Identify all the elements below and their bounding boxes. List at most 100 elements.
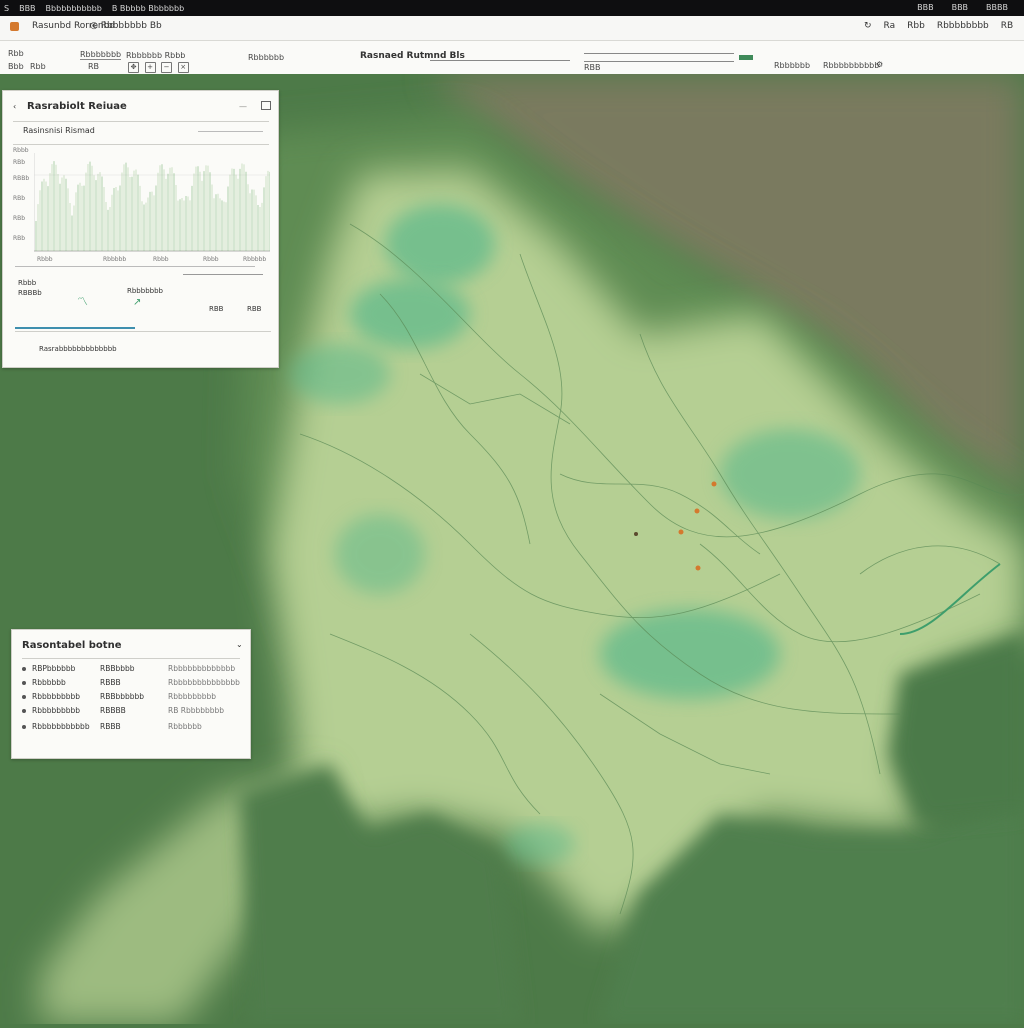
toolbar-field-1[interactable]: Rbbbbbbb	[80, 50, 122, 60]
marker-2[interactable]	[694, 508, 700, 514]
toolbar-item-4[interactable]: RB	[88, 62, 99, 71]
toolbar-item-1[interactable]: Rbb	[8, 49, 24, 58]
legend-row-value: RBBB	[100, 722, 121, 731]
toolbar-right-item-1[interactable]: RBB	[584, 63, 601, 72]
layer-toggle[interactable]	[739, 55, 753, 60]
toolbar-field-3[interactable]: Rbbbbbb	[248, 53, 284, 62]
title-bar: Rasunbd Rorrenbd ◎ Rbbbbbbb Bb ↻ Ra Rbb …	[0, 16, 1024, 41]
panel-collapse-icon[interactable]: ‹	[13, 102, 16, 111]
system-item-3[interactable]: Bbbbbbbbbbb	[46, 4, 102, 13]
topbar-right-1[interactable]: Ra	[884, 21, 896, 31]
panel-divider-2	[13, 144, 269, 145]
toolbar-item-3[interactable]: Rbb	[30, 62, 46, 71]
panel-divider	[13, 121, 269, 122]
subtitle-field[interactable]	[198, 131, 263, 132]
y-tick-1: Rbbb	[13, 147, 29, 154]
legend-row-extra: Rbbbbbbbbb	[168, 692, 217, 701]
legend-collapse-icon[interactable]: ⌄	[236, 640, 243, 649]
legend-row-extra: Rbbbbbbbbbbbbbb	[168, 678, 240, 687]
panel-progress-bar[interactable]	[15, 327, 135, 329]
system-right-1: BBB	[917, 3, 934, 12]
x-tick-1: Rbbb	[37, 256, 53, 263]
app-logo-icon[interactable]	[10, 22, 19, 31]
toolbar-right-item-2[interactable]: Rbbbbbb	[774, 61, 810, 70]
toolbar-field-1-label: Rbbbbbbb	[80, 50, 122, 60]
water-zone-6	[335, 514, 425, 594]
sync-icon[interactable]: ↻	[864, 21, 872, 31]
legend-bullet-icon	[22, 709, 26, 713]
zoom-out-icon[interactable]: −	[161, 62, 173, 73]
stat-label-1: RBBBb	[18, 289, 42, 297]
mini-trend-icon: ↗	[133, 297, 142, 308]
map-toolbar: Rbb Bbb Rbb Rbbbbbbb RB Rbbbbbb Rbbb Rbb…	[0, 41, 1024, 75]
legend-row-label: Rbbbbbbbbbbb	[32, 722, 90, 731]
x-tick-3: Rbbb	[153, 256, 169, 263]
zoom-in-icon[interactable]: +	[144, 62, 156, 73]
topbar-right-4[interactable]: RB	[1001, 21, 1013, 31]
legend-row-value: RBBbbbbbb	[100, 692, 145, 701]
marker-3[interactable]	[678, 529, 684, 535]
x-tick-2: Rbbbbb	[103, 256, 127, 263]
marker-1[interactable]	[711, 481, 717, 487]
system-right-2: BBB	[951, 3, 969, 12]
settings-icon[interactable]: ⚙	[876, 60, 883, 69]
search-bar[interactable]	[430, 60, 570, 61]
tab-map-view[interactable]: ◎ Rbbbbbbb Bb	[90, 21, 162, 31]
analysis-panel-title: Rasrabiolt Reiuae	[27, 101, 127, 112]
marker-5[interactable]	[634, 532, 638, 536]
options-icon[interactable]	[261, 101, 271, 110]
system-bar: S BBB Bbbbbbbbbbb B Bbbbb Bbbbbbb BBB BB…	[0, 0, 1024, 16]
legend-row[interactable]: Rbbbbbb RBBB Rbbbbbbbbbbbbbb	[22, 678, 252, 692]
toolbar-field-2[interactable]: Rbbbbbb Rbbb	[126, 51, 185, 60]
y-tick-6: RBb	[13, 235, 26, 242]
y-tick-3: RBBb	[13, 175, 30, 182]
stat-label-2: Rbbbbbbb	[127, 287, 163, 295]
stats-label: Rbbb	[18, 279, 37, 287]
elevation-chart	[34, 153, 270, 252]
analysis-panel: ‹ Rasrabiolt Reiuae — Rasinsnisi Rismad …	[2, 90, 279, 368]
legend-row[interactable]: Rbbbbbbbbb RBBbbbbbb Rbbbbbbbbb	[22, 692, 252, 706]
system-item-2[interactable]: BBB	[19, 4, 35, 13]
y-tick-4: RBb	[13, 195, 26, 202]
y-tick-2: RBb	[13, 159, 26, 166]
layer-bar-2[interactable]	[584, 61, 734, 62]
panel-slider[interactable]	[183, 274, 263, 275]
legend-row-extra: Rbbbbbbbbbbbbb	[168, 664, 236, 673]
chart-series	[35, 161, 270, 251]
y-tick-5: RBb	[13, 215, 26, 222]
water-zone-4	[720, 429, 860, 519]
legend-row-label: Rbbbbbbbbb	[32, 706, 81, 715]
legend-row-value: RBBB	[100, 678, 121, 687]
topbar-right-2[interactable]: Rbb	[907, 21, 925, 31]
legend-panel: Rasontabel botne ⌄ RBPbbbbbb RBBbbbb Rbbbb…	[11, 629, 251, 759]
topbar-right-group: ↻ Ra Rbb Rbbbbbbbb RB	[864, 21, 1013, 31]
panel-footer-text: Rasrabbbbbbbbbbbbb	[39, 345, 117, 353]
layer-bar[interactable]	[584, 53, 734, 54]
tab-map-view-label: Rbbbbbbb Bb	[100, 21, 162, 31]
legend-row-extra: RB Rbbbbbbbb	[168, 706, 225, 715]
system-item-1: S	[4, 3, 10, 13]
close-icon[interactable]: ×	[177, 62, 189, 73]
toolbar-item-2[interactable]: Bbb	[8, 62, 24, 71]
legend-row[interactable]: RBPbbbbbb RBBbbbb Rbbbbbbbbbbbbb	[22, 664, 252, 678]
legend-row[interactable]: Rbbbbbbbbbbb RBBB Rbbbbbb	[22, 722, 252, 736]
mini-chart-icon: 〽	[77, 295, 88, 308]
marker-4[interactable]	[695, 565, 701, 571]
legend-row[interactable]: Rbbbbbbbbb RBBBB RB Rbbbbbbbb	[22, 706, 252, 720]
legend-row-extra: Rbbbbbb	[168, 722, 202, 731]
legend-panel-title: Rasontabel botne	[22, 640, 122, 651]
toolbar-icons: ✥ + − ×	[128, 62, 192, 73]
water-zone-3	[290, 344, 390, 404]
legend-bullet-icon	[22, 681, 26, 685]
analysis-panel-subtitle: Rasinsnisi Rismad	[23, 126, 95, 135]
minimize-icon[interactable]: —	[239, 102, 247, 111]
pan-icon[interactable]: ✥	[128, 62, 139, 73]
stat-label-4: RBB	[247, 305, 262, 313]
system-item-4[interactable]: B Bbbbb Bbbbbbb	[112, 4, 184, 13]
legend-row-label: Rbbbbbbbbb	[32, 692, 81, 701]
globe-icon: ◎	[90, 21, 98, 31]
water-zone-5	[600, 609, 780, 699]
topbar-right-3[interactable]: Rbbbbbbbb	[937, 21, 989, 31]
legend-bullet-icon	[22, 725, 26, 729]
toolbar-right-item-3[interactable]: Rbbbbbbbbbb	[823, 61, 879, 70]
